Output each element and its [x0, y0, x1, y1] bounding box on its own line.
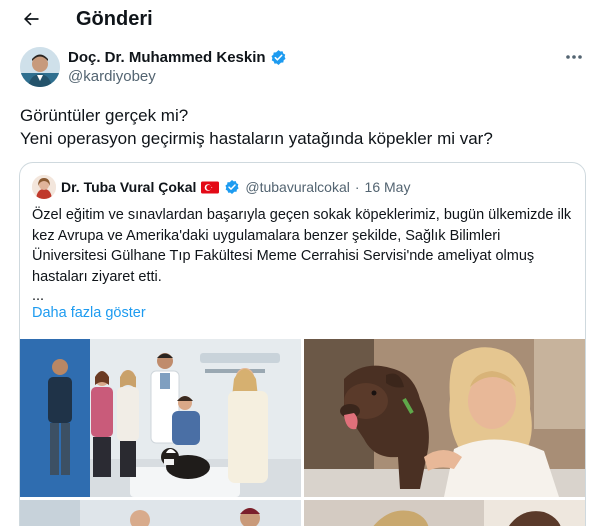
turkey-flag-icon — [201, 181, 220, 193]
quoted-author-avatar — [32, 175, 56, 199]
quoted-post[interactable]: Dr. Tuba Vural Çokal @tubavuralcokal · 1… — [19, 162, 586, 526]
quoted-author-handle: @tubavuralcokal — [245, 179, 350, 195]
back-button[interactable] — [18, 6, 44, 32]
arrow-left-icon — [24, 12, 39, 26]
post-author: Doç. Dr. Muhammed Keskin @kardiyobey — [20, 47, 585, 89]
post-text-line: Görüntüler gerçek mi? — [20, 106, 189, 125]
author-name-row: Doç. Dr. Muhammed Keskin — [68, 47, 287, 67]
page-title: Gönderi — [76, 8, 153, 30]
quoted-post-text: Özel eğitim ve sınavlardan başarıyla geç… — [32, 207, 572, 285]
more-options-button[interactable] — [563, 49, 585, 65]
author-avatar[interactable] — [20, 47, 60, 87]
photo-4[interactable] — [304, 500, 585, 526]
top-bar: Gönderi — [0, 0, 600, 38]
separator-dot: · — [354, 179, 360, 195]
more-horizontal-icon — [566, 55, 582, 59]
show-more-link[interactable]: Daha fazla göster — [32, 303, 146, 323]
photo-2[interactable] — [304, 339, 585, 497]
photo-1[interactable] — [20, 339, 301, 497]
post-text: Görüntüler gerçek mi? Yeni operasyon geç… — [20, 104, 580, 150]
media-grid — [20, 339, 585, 526]
quoted-post-header: Dr. Tuba Vural Çokal @tubavuralcokal · 1… — [32, 175, 410, 199]
verified-badge-icon — [271, 49, 286, 65]
photo-3[interactable] — [20, 500, 301, 526]
verified-badge-icon — [225, 180, 239, 194]
author-handle[interactable]: @kardiyobey — [68, 68, 156, 85]
quoted-author-name: Dr. Tuba Vural Çokal — [61, 179, 197, 195]
quoted-post-date: 16 May — [364, 179, 411, 195]
post-text-line: Yeni operasyon geçirmiş hastaların yatağ… — [20, 129, 493, 148]
author-name[interactable]: Doç. Dr. Muhammed Keskin — [68, 49, 266, 66]
